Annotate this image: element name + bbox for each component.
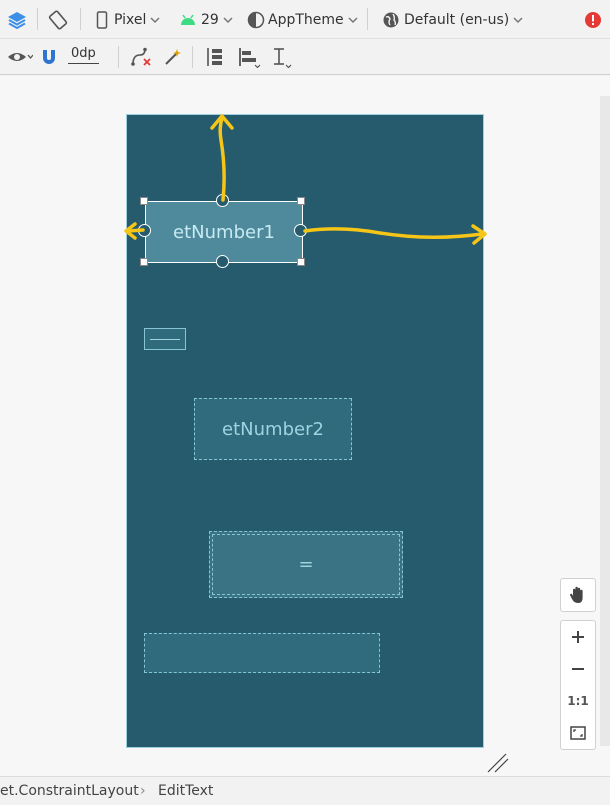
breadcrumb-current[interactable]: EditText <box>158 783 213 799</box>
default-margin-value: 0dp <box>71 46 96 61</box>
chevron-down-icon <box>150 17 160 24</box>
et-number2-edittext[interactable]: etNumber2 <box>194 398 352 460</box>
locale-selector[interactable]: Default (en-us) <box>382 7 523 33</box>
clear-constraints-icon[interactable] <box>130 44 152 70</box>
api-level-selector[interactable]: 29 <box>179 7 233 33</box>
zoom-to-fit-icon[interactable] <box>561 717 595 749</box>
error-indicator-icon[interactable] <box>584 7 602 33</box>
zoom-controls: 1:1 <box>560 620 596 750</box>
theme-label: AppTheme <box>268 12 344 28</box>
layers-icon[interactable] <box>6 7 28 33</box>
phone-icon <box>96 11 108 29</box>
device-selector[interactable]: Pixel <box>96 7 160 33</box>
vertical-scrollbar[interactable] <box>600 96 610 746</box>
constraint-anchor-top[interactable] <box>216 194 229 207</box>
toolbar-divider <box>37 8 38 30</box>
zoom-reset-button[interactable]: 1:1 <box>561 685 595 717</box>
breadcrumb: et.ConstraintLayout › EditText <box>0 776 610 805</box>
resize-handle-bottom-right[interactable] <box>297 258 305 266</box>
zoom-out-icon[interactable] <box>561 653 595 685</box>
pack-distribute-icon[interactable] <box>203 44 227 70</box>
small-textview[interactable] <box>144 328 186 350</box>
toolbar-divider <box>80 8 81 30</box>
et-number2-label: etNumber2 <box>222 418 324 440</box>
breadcrumb-separator: › <box>140 783 146 799</box>
design-toolbar: Pixel 29 AppTheme Default (en-us) <box>0 0 610 39</box>
resize-handle-top-left[interactable] <box>140 197 148 205</box>
breadcrumb-parent[interactable]: et.ConstraintLayout <box>0 783 139 799</box>
layout-editor-toolbar: 0dp <box>0 39 610 75</box>
resize-grip-icon[interactable] <box>486 752 510 774</box>
resize-handle-top-right[interactable] <box>297 197 305 205</box>
equals-button-label: = <box>298 554 314 575</box>
autoconnect-magnet-icon[interactable] <box>40 44 58 70</box>
pan-tool-panel <box>560 578 596 612</box>
chevron-down-icon <box>223 17 233 24</box>
et-number1-edittext[interactable]: etNumber1 <box>145 201 303 263</box>
view-options-eye-icon[interactable] <box>7 44 33 70</box>
infer-constraints-wand-icon[interactable] <box>163 44 183 70</box>
align-icon[interactable] <box>237 44 261 70</box>
et-number1-label: etNumber1 <box>173 221 275 243</box>
equals-button[interactable]: = <box>209 531 403 598</box>
locale-label: Default (en-us) <box>404 12 510 28</box>
result-textview[interactable] <box>144 633 380 673</box>
constraint-layout-blueprint[interactable]: etNumber1 etNumber2 = <box>126 114 484 748</box>
toolbar-divider <box>118 46 119 68</box>
default-margin-field[interactable]: 0dp <box>68 44 99 64</box>
chevron-down-icon <box>513 17 523 24</box>
android-icon <box>181 14 195 25</box>
guidelines-icon[interactable] <box>270 44 294 70</box>
toolbar-divider <box>192 46 193 68</box>
theme-icon <box>247 11 265 29</box>
resize-handle-bottom-left[interactable] <box>140 258 148 266</box>
toolbar-divider <box>367 8 368 30</box>
hand-pan-icon[interactable] <box>561 579 595 611</box>
api-level-label: 29 <box>201 12 219 28</box>
textview-placeholder-line <box>150 338 180 340</box>
constraint-anchor-left[interactable] <box>138 224 151 237</box>
device-label: Pixel <box>114 12 147 28</box>
zoom-in-icon[interactable] <box>561 621 595 653</box>
constraint-anchor-bottom[interactable] <box>216 255 229 268</box>
constraint-anchor-right[interactable] <box>294 224 307 237</box>
orientation-icon[interactable] <box>47 7 69 33</box>
theme-selector[interactable]: AppTheme <box>247 7 358 33</box>
zoom-reset-label: 1:1 <box>567 694 589 708</box>
globe-icon <box>383 12 399 28</box>
chevron-down-icon <box>348 17 358 24</box>
